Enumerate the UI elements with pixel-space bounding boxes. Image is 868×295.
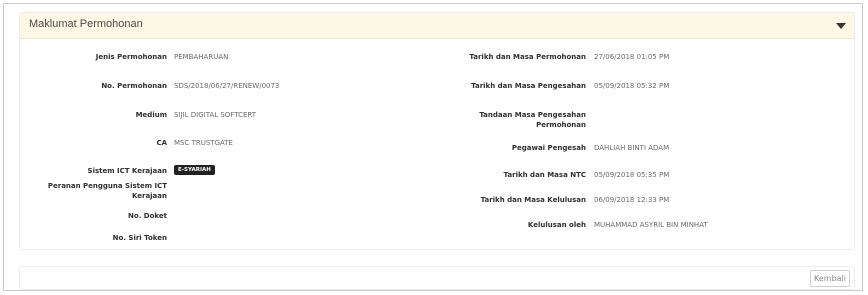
sistem-ict-label: Sistem ICT Kerajaan <box>87 167 167 175</box>
pegawai-pengesah-label: Pegawai Pengesah <box>511 144 586 152</box>
tarikh-permohonan-value: 27/06/2018 01:05 PM <box>594 53 670 61</box>
medium-label: Medium <box>135 111 167 119</box>
peranan-pengguna-label-line1: Peranan Pengguna Sistem ICT <box>47 182 167 190</box>
tandaan-masa-label-line1: Tandaan Masa Pengesahan <box>479 111 586 119</box>
panel-header[interactable]: Maklumat Permohonan <box>20 13 854 39</box>
tarikh-pengesahan-label: Tarikh dan Masa Pengesahan <box>471 82 586 90</box>
jenis-permohonan-value: PEMBAHARUAN <box>174 53 229 61</box>
kelulusan-oleh-label: Kelulusan oleh <box>527 221 586 229</box>
tarikh-kelulusan-value: 06/09/2018 12:33 PM <box>594 196 670 204</box>
ca-label: CA <box>156 139 167 147</box>
page-frame: Maklumat Permohonan Jenis Permohonan PEM… <box>3 3 863 291</box>
no-siri-token-label: No. Siri Token <box>112 234 167 242</box>
maklumat-panel: Maklumat Permohonan Jenis Permohonan PEM… <box>19 12 855 250</box>
ca-value: MSC TRUSTGATE <box>174 139 233 147</box>
no-permohonan-label: No. Permohonan <box>101 82 167 90</box>
panel-footer: Kembali <box>19 266 855 290</box>
tarikh-kelulusan-label: Tarikh dan Masa Kelulusan <box>480 196 586 204</box>
medium-value: SIJIL DIGITAL SOFTCERT <box>174 111 257 119</box>
no-doket-label: No. Doket <box>128 212 167 220</box>
tarikh-pengesahan-value: 05/09/2018 05:32 PM <box>594 82 670 90</box>
kelulusan-oleh-value: MUHAMMAD ASYRIL BIN MINHAT <box>594 221 708 229</box>
peranan-pengguna-label-line2: Kerajaan <box>131 192 167 200</box>
sistem-ict-badge: E-SYARIAH <box>174 165 215 175</box>
caret-down-icon[interactable] <box>836 23 846 29</box>
kembali-button[interactable]: Kembali <box>810 270 850 287</box>
tarikh-ntc-value: 05/09/2018 05:35 PM <box>594 171 670 179</box>
pegawai-pengesah-value: DAHLIAH BINTI ADAM <box>594 144 670 152</box>
tarikh-permohonan-label: Tarikh dan Masa Permohonan <box>469 53 586 61</box>
tarikh-ntc-label: Tarikh dan Masa NTC <box>503 171 586 179</box>
tandaan-masa-label-line2: Permohonan <box>536 121 586 129</box>
panel-title: Maklumat Permohonan <box>29 18 143 30</box>
jenis-permohonan-label: Jenis Permohonan <box>95 53 167 61</box>
no-permohonan-value: SDS/2018/06/27/RENEW/0073 <box>174 82 280 90</box>
